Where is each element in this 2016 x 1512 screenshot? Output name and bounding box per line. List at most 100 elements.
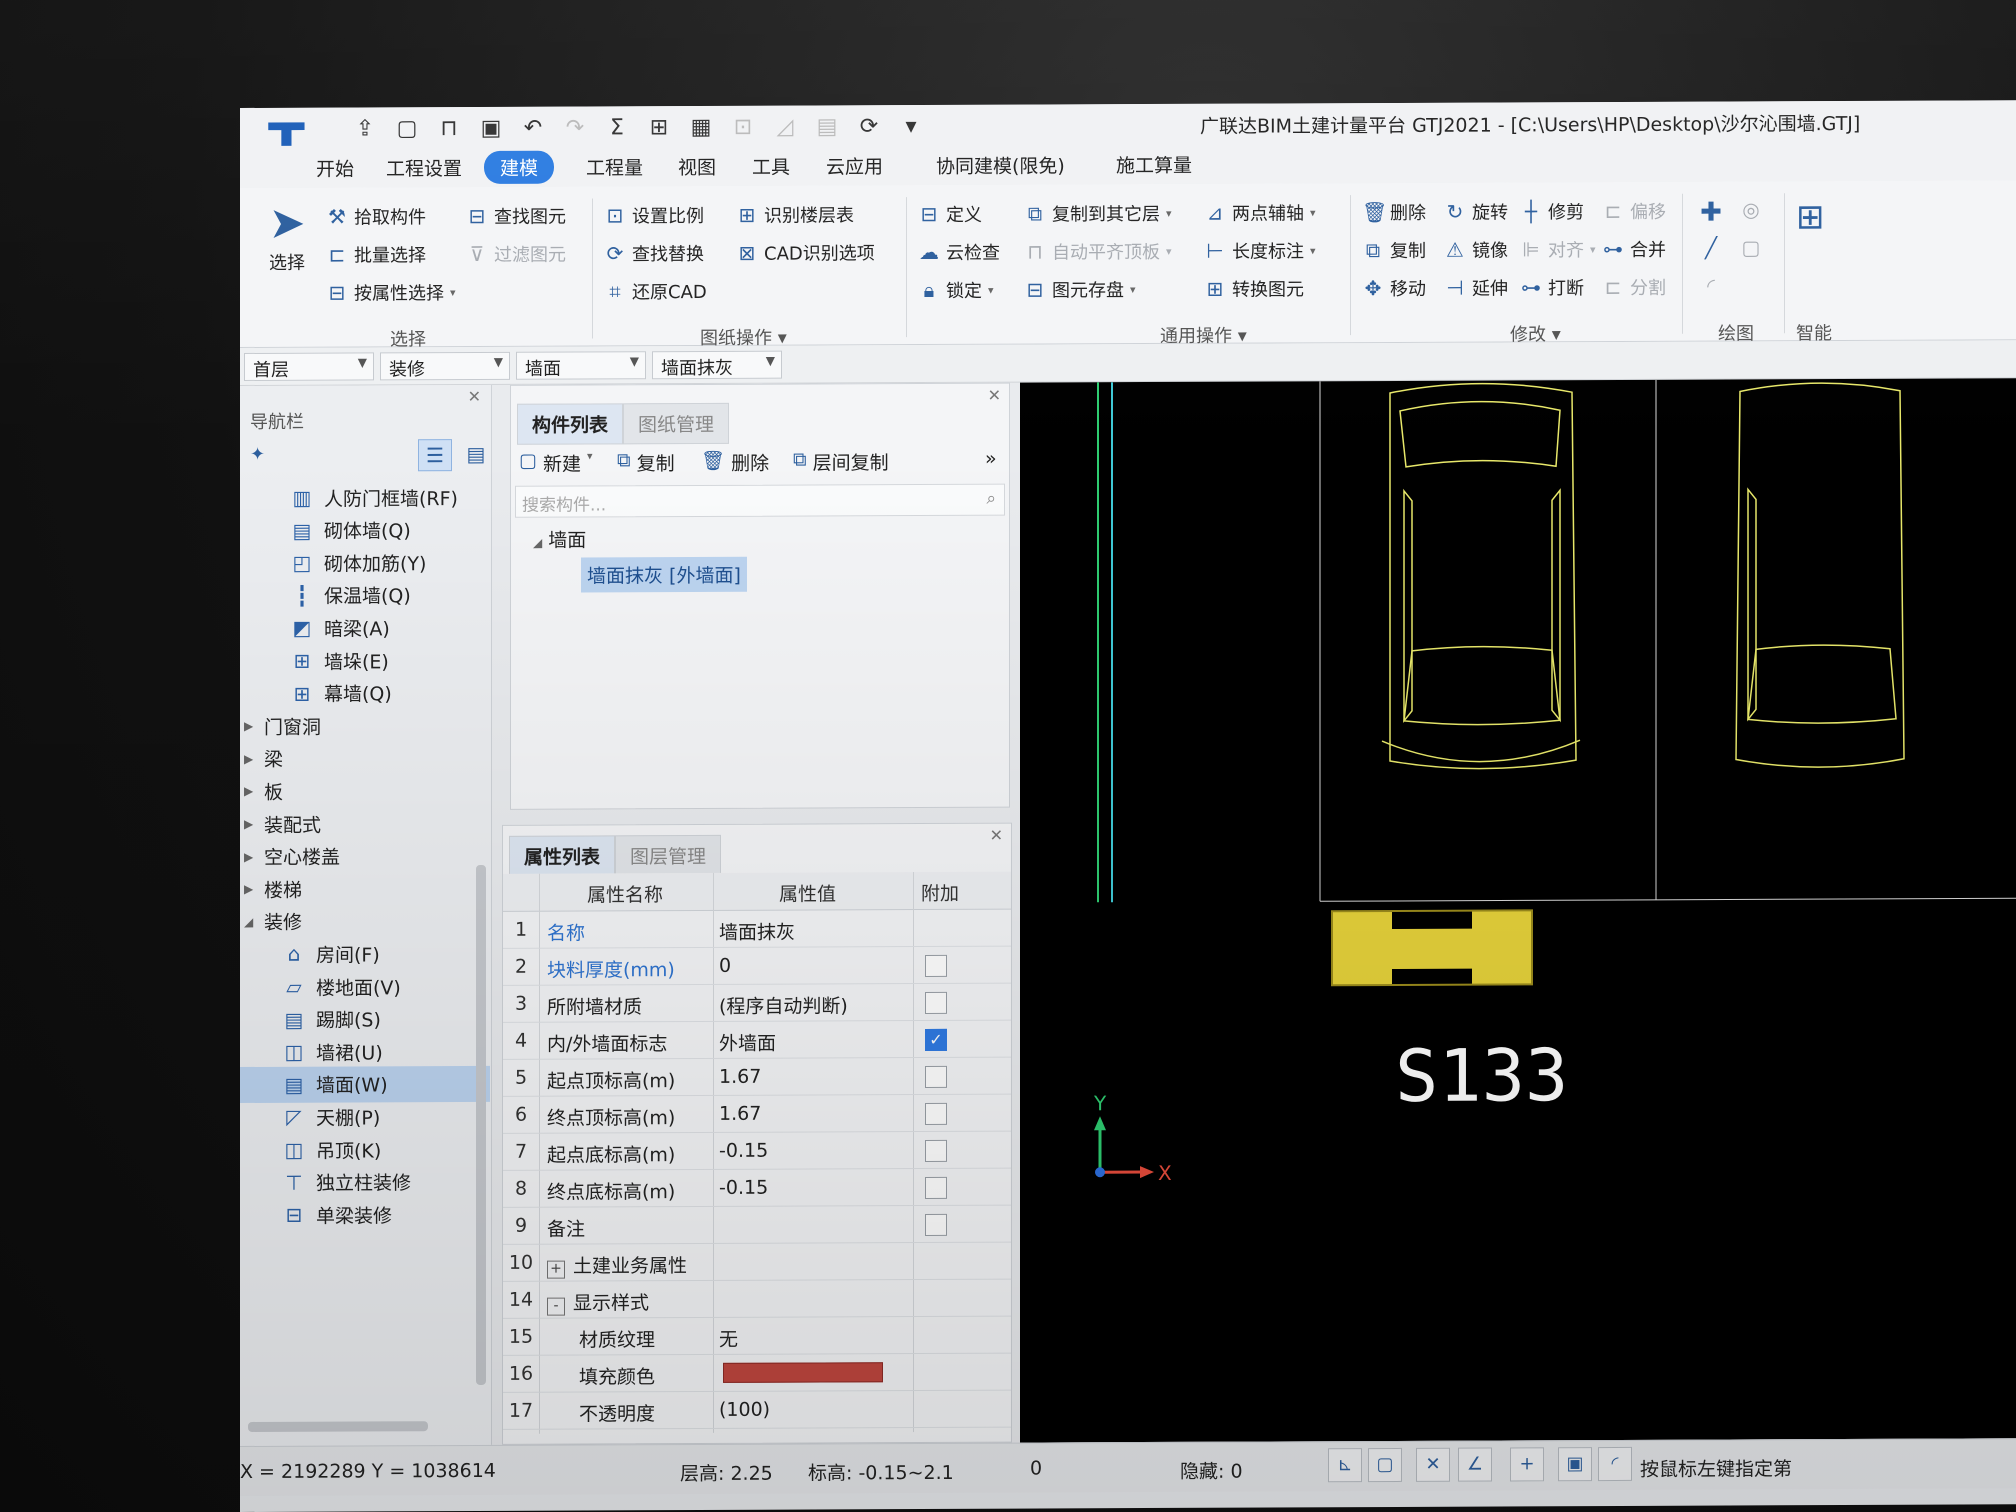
category-select[interactable]: 装修 ▼ [380,351,510,381]
property-row[interactable]: 7 起点底标高(m) -0.15 [503,1131,1011,1171]
tab-cloud[interactable]: 云应用 [810,149,899,182]
new-file-icon[interactable]: ▢ [392,113,422,143]
nav-item[interactable]: ◩ 暗梁(A) [240,609,490,646]
draw-circle-button[interactable]: ◎ [1740,197,1762,221]
property-row[interactable]: 14- 显示样式 [503,1279,1011,1319]
tab-construction[interactable]: 施工算量 [1100,148,1208,181]
floor-select[interactable]: 首层 ▼ [244,352,374,381]
save-icon[interactable]: ▣ [476,113,506,143]
mirror-button[interactable]: ⚠︎ 镜像 [1444,236,1508,262]
nav-item[interactable]: ▥ 人防门框墙(RF) [240,479,490,516]
tab-component-list[interactable]: 构件列表 [517,403,624,445]
nav-horizontal-scrollbar[interactable] [248,1421,428,1432]
chevron-right-icon[interactable]: ▶ [244,784,260,798]
property-value[interactable]: 1.67 [719,1066,761,1088]
draw-arc-button[interactable]: ◜ [1700,274,1722,298]
chevron-right-icon[interactable]: ▶ [244,850,260,864]
property-value[interactable]: 外墙面 [719,1029,776,1056]
filter-element-button[interactable]: ⊽ 过滤图元 [466,241,566,267]
draw-point-button[interactable]: ✚ [1700,198,1722,228]
chevron-right-icon[interactable]: ▶ [244,882,260,896]
property-row[interactable]: 1 名称 墙面抹灰 [503,909,1011,949]
close-icon[interactable]: ✕ [468,387,481,406]
property-row[interactable]: 10 + 土建业务属性 [503,1242,1011,1282]
element-save-button[interactable]: ⊟ 图元存盘 ▾ [1024,276,1136,302]
angle-toggle[interactable]: ∠ [1458,1447,1492,1482]
extra-checkbox[interactable] [925,1213,947,1237]
nav-group[interactable]: ▶ 楼梯 [240,870,490,907]
refresh-icon[interactable]: ⟳ [854,111,884,141]
nav-item[interactable]: ◰ 砌体加筋(Y) [240,544,490,581]
nav-group[interactable]: ▶ 板 [240,772,490,809]
offset-button[interactable]: ⊏ 偏移 [1602,198,1666,224]
find-element-button[interactable]: ⊟ 查找图元 [466,203,566,229]
tab-modeling[interactable]: 建模 [484,150,555,184]
nav-item[interactable]: ⊤ 独立柱装修 [240,1164,490,1201]
property-value[interactable]: -0.15 [719,1140,768,1162]
tab-layer-management[interactable]: 图层管理 [615,834,722,877]
nav-item[interactable]: ⌂ 房间(F) [240,935,490,972]
nav-group[interactable]: ▶ 门窗洞 [240,707,490,744]
layer-toggle[interactable]: ▣ [1558,1447,1592,1482]
property-value[interactable]: 墙面抹灰 [719,918,795,945]
close-icon[interactable]: ✕ [990,826,1003,845]
component-select[interactable]: 墙面抹灰 ▼ [652,350,782,380]
set-scale-button[interactable]: ⊡ 设置比例 [604,202,704,228]
report-icon[interactable]: ⊞ [644,112,674,142]
property-row[interactable]: 3 所附墙材质 (程序自动判断) [503,983,1011,1023]
nav-item[interactable]: ▤ 墙面(W) [240,1065,490,1103]
batch-select-button[interactable]: ⊏ 批量选择 [326,241,426,267]
copy-between-floors-button[interactable]: ⧉ 层间复制 [793,448,889,475]
grid-icon[interactable]: ⊡ [728,112,758,142]
redo-icon[interactable]: ↷ [560,112,590,142]
break-button[interactable]: ⊶ 打断 [1520,274,1584,300]
extra-checkbox[interactable] [925,1176,947,1200]
delete-button[interactable]: 🗑︎ 删除 [1362,199,1426,225]
define-button[interactable]: ⊟ 定义 [918,201,982,227]
nav-item[interactable]: ▤ 踢脚(S) [240,1001,490,1038]
find-replace-button[interactable]: ⟳ 查找替换 [604,240,704,266]
merge-button[interactable]: ⊶ 合并 [1602,236,1666,262]
extra-checkbox[interactable] [925,991,947,1015]
nav-group[interactable]: ▶ 梁 [240,740,490,777]
auto-align-slab-button[interactable]: ⊓ 自动平齐顶板 ▾ [1024,238,1171,265]
wall-finish-element[interactable] [1331,909,1533,987]
extra-checkbox[interactable] [925,1102,947,1126]
nav-item[interactable]: ⊞ 墙垛(E) [240,642,490,679]
cad-options-button[interactable]: ⊠ CAD识别选项 [736,239,875,266]
tab-project-settings[interactable]: 工程设置 [370,151,478,184]
pick-component-button[interactable]: ⚒ 拾取构件 [326,203,426,229]
nav-group[interactable]: ◢ 装修 [240,903,490,940]
chevron-right-icon[interactable]: ▶ [244,817,260,831]
identify-floor-table-button[interactable]: ⊞ 识别楼层表 [736,201,854,228]
fill-color-swatch[interactable] [723,1362,883,1383]
property-value[interactable]: (100) [719,1399,770,1421]
new-component-button[interactable]: ▢ 新建 ▾ [519,449,593,476]
nav-item[interactable]: ◫ 吊顶(K) [240,1131,490,1168]
tab-start[interactable]: 开始 [300,151,370,184]
nav-group[interactable]: ▶ 装配式 [240,805,490,842]
cad-drawing-canvas[interactable]: S133 X Y [1020,378,2016,1443]
nav-group[interactable]: ▶ 空心楼盖 [240,838,490,875]
nav-item[interactable]: ┇ 保温墙(Q) [240,577,490,614]
type-select[interactable]: 墙面 ▼ [516,351,646,380]
extra-checkbox[interactable] [925,1065,947,1089]
property-row[interactable]: 2 块料厚度(mm) 0 [503,946,1011,986]
detail-view-icon[interactable]: ▤ [460,439,492,471]
property-row[interactable]: 9 备注 [503,1205,1011,1245]
undo-icon[interactable]: ↶ [518,113,548,143]
tree-node-plaster-exterior[interactable]: 墙面抹灰 [外墙面] [581,556,747,593]
collapse-icon[interactable]: - [547,1297,565,1316]
ortho-toggle[interactable]: ⊾ [1328,1448,1362,1483]
property-value[interactable]: 1.67 [719,1103,761,1125]
extra-checkbox[interactable] [925,1139,947,1163]
property-value[interactable]: (程序自动判断) [719,991,848,1019]
snap-toggle[interactable]: ▢ [1368,1447,1402,1483]
chevron-right-icon[interactable]: ▶ [244,719,260,733]
open-folder-icon[interactable]: ⊓ [434,113,464,143]
select-by-property-button[interactable]: ⊟ 按属性选择 ▾ [326,279,456,306]
close-icon[interactable]: ✕ [988,386,1001,405]
property-value[interactable]: 无 [719,1325,738,1352]
search-icon[interactable]: ⌕ [986,489,996,509]
property-row[interactable]: 8 终点底标高(m) -0.15 [503,1168,1011,1208]
